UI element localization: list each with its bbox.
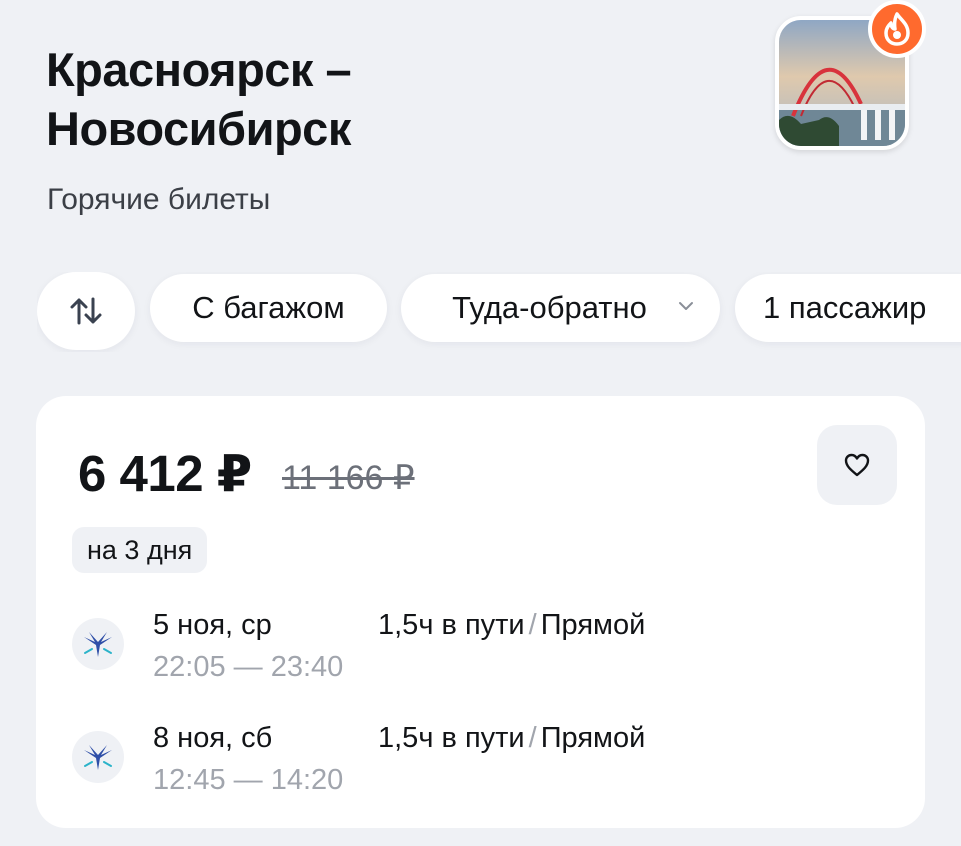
depart-time: 22:05 [153, 651, 226, 683]
airline-logo [72, 618, 124, 670]
depart-time: 12:45 [153, 764, 226, 796]
baggage-filter-chip[interactable]: С багажом [150, 274, 387, 342]
heart-icon [844, 453, 870, 477]
airline-bird-icon [84, 632, 112, 657]
route-title-line1: Красноярск – [46, 43, 352, 96]
filters-row: С багажом Туда-обратно 1 пассажир [37, 272, 961, 352]
trip-type-dropdown[interactable]: Туда-обратно [401, 274, 720, 342]
flight-type: Прямой [540, 609, 646, 641]
segment-times: 22:05 — 23:40 [153, 651, 343, 684]
time-dash: — [225, 764, 271, 796]
arrive-time: 14:20 [270, 764, 344, 796]
trip-duration-badge: на 3 дня [72, 527, 208, 573]
ticket-card[interactable]: 6 412 ₽ 11 166 ₽ на 3 дня 5 ноя, ср 22:0… [36, 396, 925, 828]
segment-date: 8 ноя, сб [153, 722, 273, 754]
segment-times: 12:45 — 14:20 [153, 764, 343, 797]
airline-logo [72, 731, 124, 783]
airline-bird-icon [84, 745, 112, 770]
flight-type: Прямой [540, 722, 646, 754]
segment-date: 5 ноя, ср [153, 609, 272, 641]
route-title: Красноярск – Новосибирск [46, 40, 606, 158]
arrive-time: 23:40 [270, 651, 344, 683]
swap-direction-button[interactable] [37, 272, 135, 350]
segment-info: 1,5ч в пути / Прямой [378, 609, 645, 642]
flight-duration: 1,5ч в пути [378, 609, 525, 641]
info-separator: / [528, 722, 537, 754]
chevron-down-icon [679, 302, 693, 310]
trip-type-label: Туда-обратно [452, 290, 647, 325]
ticket-price: 6 412 ₽ [78, 445, 252, 502]
fire-icon [884, 12, 910, 46]
time-dash: — [225, 651, 271, 683]
favorite-button[interactable] [817, 425, 897, 505]
swap-arrows-icon [70, 297, 102, 325]
flight-segment-outbound: 5 ноя, ср 22:05 — 23:40 1,5ч в пути / Прям… [72, 609, 892, 689]
old-price: 11 166 ₽ [282, 459, 415, 497]
flight-segment-return: 8 ноя, сб 12:45 — 14:20 1,5ч в пути / Прям… [72, 722, 892, 802]
hot-badge [868, 0, 926, 58]
flight-duration: 1,5ч в пути [378, 722, 525, 754]
info-separator: / [528, 609, 537, 641]
passengers-chip[interactable]: 1 пассажир [735, 274, 961, 342]
route-title-line2: Новосибирск [46, 102, 351, 155]
page-subtitle: Горячие билеты [47, 183, 271, 216]
segment-info: 1,5ч в пути / Прямой [378, 722, 645, 755]
